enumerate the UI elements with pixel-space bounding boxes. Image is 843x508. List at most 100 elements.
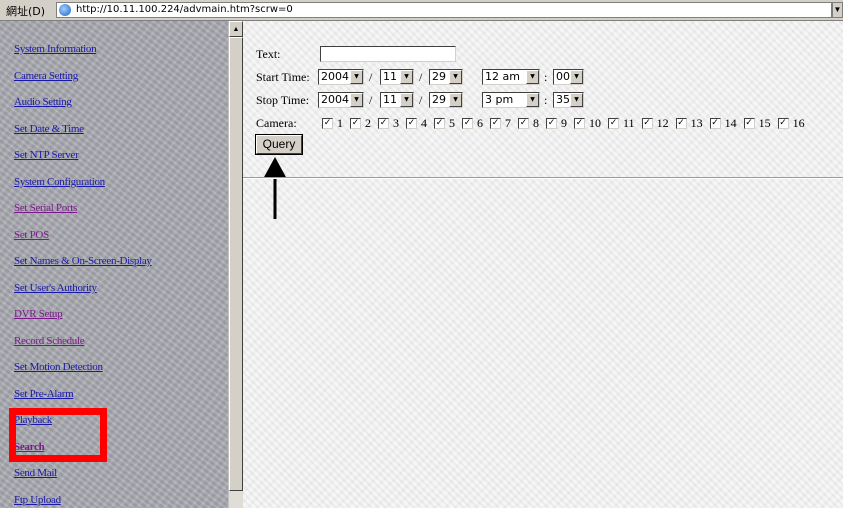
start-month-select[interactable]: 11 ▼ (380, 69, 414, 85)
text-label: Text: (256, 47, 281, 61)
sidebar-item-audio-setting[interactable]: Audio Setting (14, 96, 72, 108)
camera-checkbox-label: 2 (365, 115, 371, 130)
sidebar-item-set-ntp-server[interactable]: Set NTP Server (14, 149, 79, 161)
sidebar-item-set-date-time[interactable]: Set Date & Time (14, 123, 84, 135)
chevron-down-icon: ▼ (449, 70, 462, 84)
chevron-down-icon: ▼ (526, 70, 539, 84)
scroll-up-button[interactable]: ▲ (229, 21, 243, 37)
sidebar-item-record-schedule[interactable]: Record Schedule (14, 335, 85, 347)
camera-checkbox[interactable]: ✓ (490, 117, 501, 129)
sidebar-item-set-users-authority[interactable]: Set User's Authority (14, 282, 97, 294)
camera-item: ✓ 1 (322, 116, 343, 131)
camera-item: ✓ 16 (777, 115, 805, 131)
time-separator: : (544, 93, 548, 107)
stop-minute-select[interactable]: 35 ▼ (553, 92, 584, 108)
camera-item: ✓ 9 (546, 116, 567, 131)
sidebar-item-set-names-osd[interactable]: Set Names & On-Screen-Display (14, 255, 152, 267)
address-input[interactable]: http://10.11.100.224/advmain.htm?scrw=0 (56, 2, 832, 18)
camera-item: ✓ 4 (406, 116, 427, 131)
camera-checkbox[interactable]: ✓ (574, 117, 585, 129)
start-day-select[interactable]: 29 ▼ (429, 69, 463, 85)
scroll-thumb[interactable] (229, 37, 243, 491)
camera-item: ✓ 6 (462, 116, 483, 131)
date-separator: / (419, 93, 423, 107)
start-minute-select[interactable]: 00 ▼ (553, 69, 584, 85)
stop-month-select[interactable]: 11 ▼ (380, 92, 414, 108)
stop-year-select[interactable]: 2004 ▼ (318, 92, 364, 108)
sidebar-item-set-serial-ports[interactable]: Set Serial Ports (14, 202, 77, 214)
camera-checkbox[interactable]: ✓ (518, 117, 529, 129)
camera-checkbox-label: 11 (623, 115, 635, 130)
date-separator: / (369, 70, 373, 84)
camera-item: ✓ 3 (378, 116, 399, 131)
address-label: 網址(D) (6, 5, 46, 18)
sidebar-item-ftp-upload[interactable]: Ftp Upload (14, 494, 61, 506)
chevron-down-icon: ▼ (400, 70, 413, 84)
camera-checkbox-label: 4 (421, 115, 427, 130)
camera-checkbox[interactable]: ✓ (641, 117, 653, 129)
camera-checkbox[interactable]: ✓ (434, 117, 445, 129)
time-separator: : (544, 70, 548, 84)
camera-checkbox-label: 16 (792, 115, 805, 130)
camera-checkbox-label: 12 (656, 115, 669, 130)
address-dropdown-button[interactable]: ▼ (832, 2, 843, 18)
highlight-box (9, 408, 107, 462)
camera-item: ✓ 14 (709, 115, 737, 131)
camera-checkbox-group: ✓ 1 ✓ 2 ✓ 3 ✓ 4 ✓ 5 ✓ 6 ✓ 7 ✓ 8 ✓ 9 ✓ 10 ✓ 11 ✓ 12 ✓ 13 ✓ 14 ✓ 15 ✓ 16 (322, 116, 812, 130)
camera-checkbox-label: 6 (477, 115, 483, 130)
camera-item: ✓ 13 (675, 115, 703, 131)
chevron-down-icon: ▼ (526, 93, 539, 107)
camera-checkbox-label: 3 (393, 115, 399, 130)
chevron-down-icon: ▼ (350, 70, 363, 84)
chevron-down-icon: ▼ (449, 93, 462, 107)
camera-checkbox-label: 15 (758, 115, 771, 130)
text-input[interactable] (320, 46, 456, 62)
camera-checkbox[interactable]: ✓ (406, 117, 417, 129)
camera-item: ✓ 2 (350, 116, 371, 131)
camera-checkbox[interactable]: ✓ (709, 117, 721, 129)
stop-time-label: Stop Time: (256, 93, 310, 107)
camera-checkbox-label: 13 (690, 115, 703, 130)
camera-checkbox[interactable]: ✓ (608, 117, 619, 129)
chevron-down-icon: ▼ (570, 93, 583, 107)
camera-checkbox[interactable]: ✓ (350, 117, 361, 129)
camera-checkbox[interactable]: ✓ (546, 117, 557, 129)
sidebar-item-set-pos[interactable]: Set POS (14, 229, 49, 241)
camera-checkbox[interactable]: ✓ (777, 117, 789, 129)
horizontal-divider (243, 177, 843, 179)
camera-item: ✓ 7 (490, 116, 511, 131)
sidebar-item-dvr-setup[interactable]: DVR Setup (14, 308, 63, 320)
chevron-down-icon: ▼ (400, 93, 413, 107)
camera-checkbox[interactable]: ✓ (743, 117, 755, 129)
date-separator: / (369, 93, 373, 107)
sidebar-item-set-pre-alarm[interactable]: Set Pre-Alarm (14, 388, 74, 400)
camera-checkbox-label: 9 (561, 115, 567, 130)
camera-checkbox-label: 7 (505, 115, 511, 130)
camera-checkbox-label: 14 (724, 115, 737, 130)
camera-checkbox-label: 5 (449, 115, 455, 130)
start-year-select[interactable]: 2004 ▼ (318, 69, 364, 85)
sidebar-item-send-mail[interactable]: Send Mail (14, 467, 57, 479)
camera-checkbox[interactable]: ✓ (462, 117, 473, 129)
camera-checkbox[interactable]: ✓ (378, 117, 389, 129)
query-button[interactable]: Query (256, 135, 302, 154)
camera-checkbox-label: 10 (589, 115, 601, 130)
start-hour-select[interactable]: 12 am ▼ (482, 69, 540, 85)
stop-hour-select[interactable]: 3 pm ▼ (482, 92, 540, 108)
stop-day-select[interactable]: 29 ▼ (429, 92, 463, 108)
camera-item: ✓ 5 (434, 116, 455, 131)
sidebar-item-system-information[interactable]: System Information (14, 43, 97, 55)
sidebar-item-system-configuration[interactable]: System Configuration (14, 176, 105, 188)
ie-page-icon (59, 4, 71, 16)
sidebar-item-camera-setting[interactable]: Camera Setting (14, 70, 78, 82)
camera-checkbox[interactable]: ✓ (675, 117, 687, 129)
camera-item: ✓ 10 (574, 116, 601, 131)
chevron-down-icon: ▼ (350, 93, 363, 107)
camera-item: ✓ 12 (641, 115, 669, 131)
start-time-label: Start Time: (256, 70, 310, 84)
address-bar: 網址(D) http://10.11.100.224/advmain.htm?s… (0, 0, 843, 21)
sidebar-item-set-motion-detection[interactable]: Set Motion Detection (14, 361, 103, 373)
sidebar-scrollbar[interactable]: ▲ (228, 21, 243, 508)
camera-checkbox[interactable]: ✓ (322, 117, 333, 129)
camera-checkbox-label: 1 (337, 115, 343, 130)
